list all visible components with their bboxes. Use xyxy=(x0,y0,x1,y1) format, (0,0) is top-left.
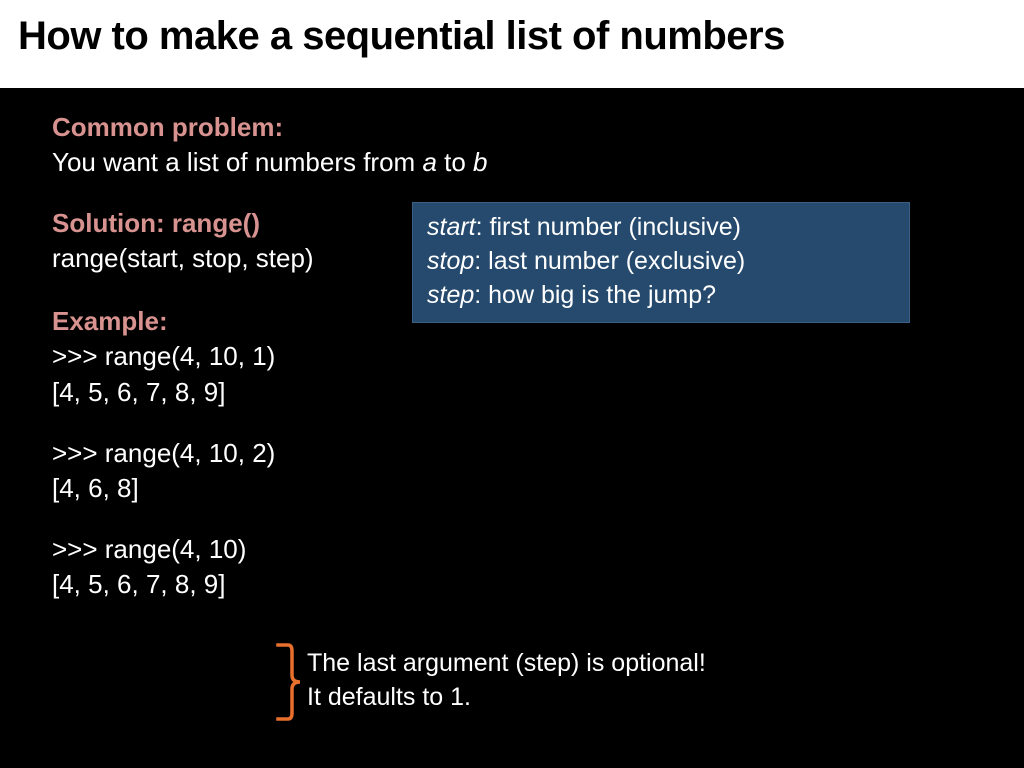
example-3-output: [4, 5, 6, 7, 8, 9] xyxy=(52,567,1024,602)
callout-step: step: how big is the jump? xyxy=(427,279,895,313)
slide-content: Common problem: You want a list of numbe… xyxy=(0,88,1024,768)
example-1-output: [4, 5, 6, 7, 8, 9] xyxy=(52,375,1024,410)
example-3-call: >>> range(4, 10) xyxy=(52,532,1024,567)
problem-var-a: a xyxy=(422,147,436,177)
callout-start-desc: : first number (inclusive) xyxy=(476,213,741,241)
brace-icon xyxy=(272,641,302,723)
params-callout: start: first number (inclusive) stop: la… xyxy=(412,202,910,323)
note-line-1: The last argument (step) is optional! xyxy=(307,647,706,681)
example-2-output: [4, 6, 8] xyxy=(52,471,1024,506)
callout-start: start: first number (inclusive) xyxy=(427,211,895,245)
problem-heading: Common problem: xyxy=(52,110,1024,145)
optional-note: The last argument (step) is optional! It… xyxy=(307,647,706,715)
problem-text-mid: to xyxy=(437,147,473,177)
example-block: Example: >>> range(4, 10, 1) [4, 5, 6, 7… xyxy=(52,304,1024,602)
title-bar: How to make a sequential list of numbers xyxy=(0,0,1024,88)
page-title: How to make a sequential list of numbers xyxy=(18,14,1006,59)
callout-start-label: start xyxy=(427,213,476,241)
callout-step-desc: : how big is the jump? xyxy=(474,281,716,309)
example-1-call: >>> range(4, 10, 1) xyxy=(52,339,1024,374)
problem-var-b: b xyxy=(473,147,487,177)
callout-stop-desc: : last number (exclusive) xyxy=(474,247,745,275)
callout-stop-label: stop xyxy=(427,247,474,275)
callout-stop: stop: last number (exclusive) xyxy=(427,245,895,279)
problem-text-pre: You want a list of numbers from xyxy=(52,147,422,177)
example-2-call: >>> range(4, 10, 2) xyxy=(52,436,1024,471)
problem-text: You want a list of numbers from a to b xyxy=(52,145,1024,180)
note-line-2: It defaults to 1. xyxy=(307,681,706,715)
callout-step-label: step xyxy=(427,281,474,309)
problem-block: Common problem: You want a list of numbe… xyxy=(52,110,1024,180)
